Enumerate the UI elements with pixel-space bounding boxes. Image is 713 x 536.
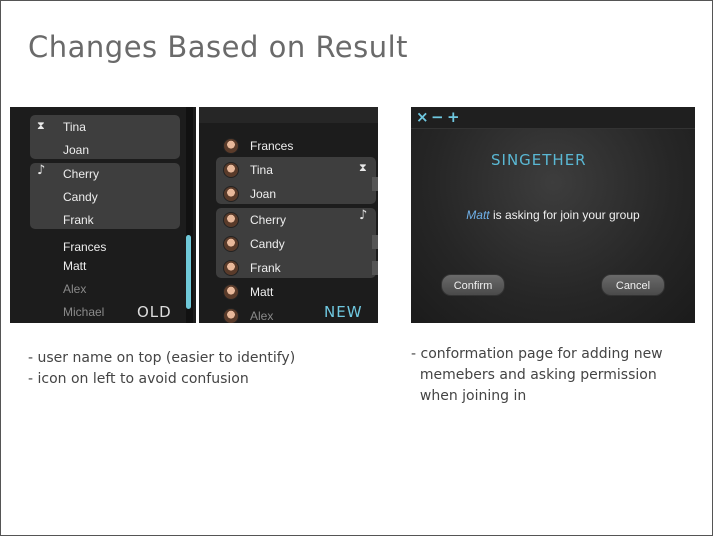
avatar [223,308,239,323]
list-item-cherry[interactable]: Cherry [250,213,286,227]
new-member-list: Frances Tina ⧗ Joan Cherry ♪ Candy Frank… [199,107,378,323]
list-item-frances[interactable]: Frances [250,139,293,153]
hourglass-icon: ⧗ [359,161,367,174]
avatar [223,138,239,154]
list-item-joan[interactable]: Joan [250,187,276,201]
note-line: - user name on top (easier to identify) [28,350,296,366]
avatar [223,236,239,252]
notes-right: - conformation page for adding new memeb… [411,344,663,407]
note-line: - icon on left to avoid confusion [28,371,249,387]
new-group-1[interactable] [216,157,376,204]
old-group-2[interactable] [30,163,180,229]
note-line: - conformation page for adding new [411,346,663,362]
list-item-tina[interactable]: Tina [63,120,86,134]
slide-frame: Changes Based on Result ⧗ Tina Joan ♪ Ch… [0,0,713,536]
list-item-candy[interactable]: Candy [63,190,98,204]
list-item-cherry[interactable]: Cherry [63,167,99,181]
group-tab[interactable] [372,235,378,249]
notes-left: - user name on top (easier to identify) … [28,348,295,390]
list-item-frances[interactable]: Frances [63,240,106,254]
panel-topbar [199,107,378,123]
avatar [223,162,239,178]
list-item-candy[interactable]: Candy [250,237,285,251]
avatar [223,212,239,228]
maximize-icon[interactable]: + [447,108,460,126]
avatar [223,186,239,202]
list-item-joan[interactable]: Joan [63,143,89,157]
join-request-dialog: × − + SINGETHER Matt is asking for join … [411,107,695,323]
join-request-message: Matt is asking for join your group [411,208,695,222]
page-title: Changes Based on Result [28,30,409,64]
list-item-matt[interactable]: Matt [63,259,86,273]
scrollbar-thumb[interactable] [186,235,191,309]
old-group-1[interactable] [30,115,180,159]
message-text: is asking for join your group [489,208,640,222]
list-item-frank[interactable]: Frank [63,213,94,227]
old-member-list: ⧗ Tina Joan ♪ Cherry Candy Frank Frances… [10,107,196,323]
music-note-icon: ♪ [359,208,368,223]
cancel-button[interactable]: Cancel [601,274,665,296]
list-item-alex[interactable]: Alex [63,282,86,296]
old-label: OLD [137,303,172,321]
note-line: when joining in [411,388,527,404]
minimize-icon[interactable]: − [431,108,444,126]
note-line: memebers and asking permission [411,367,657,383]
group-tab[interactable] [372,177,378,191]
list-item-alex[interactable]: Alex [250,309,273,323]
avatar [223,260,239,276]
list-item-michael[interactable]: Michael [63,305,104,319]
hourglass-icon: ⧗ [37,119,45,132]
group-tab[interactable] [372,261,378,275]
music-note-icon: ♪ [37,163,46,178]
confirm-button[interactable]: Confirm [441,274,505,296]
requester-name: Matt [466,208,490,222]
list-item-tina[interactable]: Tina [250,163,273,177]
singether-logo: SINGETHER [491,151,587,169]
close-icon[interactable]: × [416,108,429,126]
new-label: NEW [324,303,363,321]
new-group-2[interactable] [216,208,376,278]
avatar [223,284,239,300]
list-item-matt[interactable]: Matt [250,285,273,299]
list-item-frank[interactable]: Frank [250,261,281,275]
